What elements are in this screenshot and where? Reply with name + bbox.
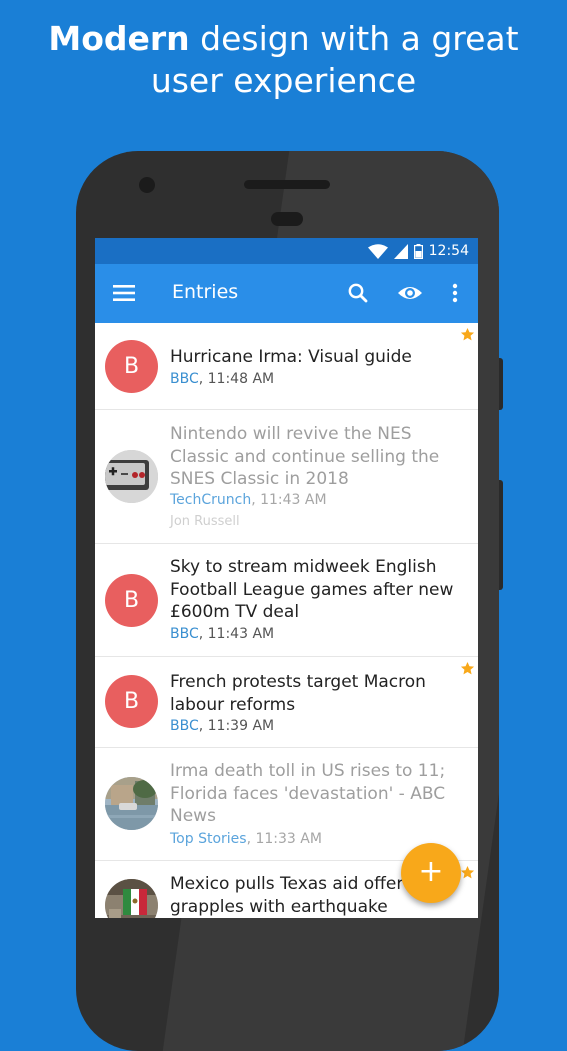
avatar bbox=[105, 450, 158, 503]
entry-title: Sky to stream midweek English Football L… bbox=[170, 557, 454, 622]
list-item[interactable]: B Sky to stream midweek English Football… bbox=[95, 544, 478, 657]
star-icon[interactable] bbox=[460, 865, 475, 880]
entry-time: , 11:39 AM bbox=[198, 718, 275, 734]
star-icon[interactable] bbox=[460, 327, 475, 342]
phone-sensor bbox=[271, 212, 303, 226]
entry-meta: BBC, 11:43 AM bbox=[170, 626, 274, 642]
avatar: B bbox=[105, 675, 158, 728]
entry-source[interactable]: Top Stories bbox=[170, 831, 247, 847]
entry-title: Hurricane Irma: Visual guide bbox=[170, 347, 412, 367]
avatar: B bbox=[105, 574, 158, 627]
add-feed-button[interactable]: + bbox=[401, 843, 461, 903]
nes-controller-thumbnail bbox=[105, 450, 158, 503]
app-screen: 12:54 Entries B Hurricane Irma: Visual g… bbox=[95, 238, 478, 918]
entry-time: , 11:43 AM bbox=[251, 492, 327, 508]
eye-icon[interactable] bbox=[396, 280, 424, 306]
list-item[interactable]: B Hurricane Irma: Visual guide BBC, 11:4… bbox=[95, 323, 478, 410]
entry-source[interactable]: BBC bbox=[170, 626, 199, 642]
headline-bold: Modern bbox=[48, 19, 190, 58]
avatar bbox=[105, 879, 158, 918]
entry-source[interactable]: BBC bbox=[170, 718, 199, 734]
avatar: B bbox=[105, 340, 158, 393]
mexico-flag-thumbnail bbox=[105, 879, 158, 918]
flooded-street-thumbnail bbox=[105, 777, 158, 830]
phone-speaker bbox=[244, 180, 330, 189]
battery-icon bbox=[413, 243, 423, 259]
headline-line-1: Modern design with a great bbox=[0, 18, 567, 60]
entries-list: B Hurricane Irma: Visual guide BBC, 11:4… bbox=[95, 323, 478, 918]
list-item[interactable]: B French protests target Macron labour r… bbox=[95, 657, 478, 748]
headline-rest: design with a great bbox=[189, 19, 519, 58]
headline: Modern design with a great user experien… bbox=[0, 18, 567, 102]
entry-time: , 11:48 AM bbox=[198, 371, 275, 387]
search-icon[interactable] bbox=[345, 280, 371, 306]
star-icon[interactable] bbox=[460, 661, 475, 676]
entry-meta: TechCrunch, 11:43 AM bbox=[170, 492, 327, 508]
entry-title: Irma death toll in US rises to 11; Flori… bbox=[170, 761, 446, 826]
phone-camera bbox=[139, 177, 155, 193]
app-bar-title: Entries bbox=[172, 281, 239, 303]
entry-meta: Top Stories, 11:33 AM bbox=[170, 831, 322, 847]
entry-time: , 11:43 AM bbox=[198, 626, 275, 642]
status-time: 12:54 bbox=[428, 243, 469, 259]
entry-meta: BBC, 11:39 AM bbox=[170, 718, 274, 734]
entry-author: Jon Russell bbox=[170, 514, 240, 529]
signal-icon bbox=[393, 243, 408, 259]
avatar bbox=[105, 777, 158, 830]
app-bar: Entries bbox=[95, 264, 478, 323]
status-bar: 12:54 bbox=[95, 238, 478, 264]
entry-source[interactable]: BBC bbox=[170, 371, 199, 387]
wifi-icon bbox=[367, 243, 388, 259]
entry-title: Nintendo will revive the NES Classic and… bbox=[170, 424, 440, 489]
entry-source[interactable]: TechCrunch bbox=[170, 492, 251, 508]
list-item[interactable]: Nintendo will revive the NES Classic and… bbox=[95, 410, 478, 544]
more-vert-icon[interactable] bbox=[445, 280, 465, 306]
entry-title: French protests target Macron labour ref… bbox=[170, 672, 426, 715]
headline-line-2: user experience bbox=[150, 61, 417, 100]
entry-meta: BBC, 11:48 AM bbox=[170, 371, 274, 387]
menu-icon[interactable] bbox=[113, 283, 135, 303]
entry-time: , 11:33 AM bbox=[246, 831, 322, 847]
